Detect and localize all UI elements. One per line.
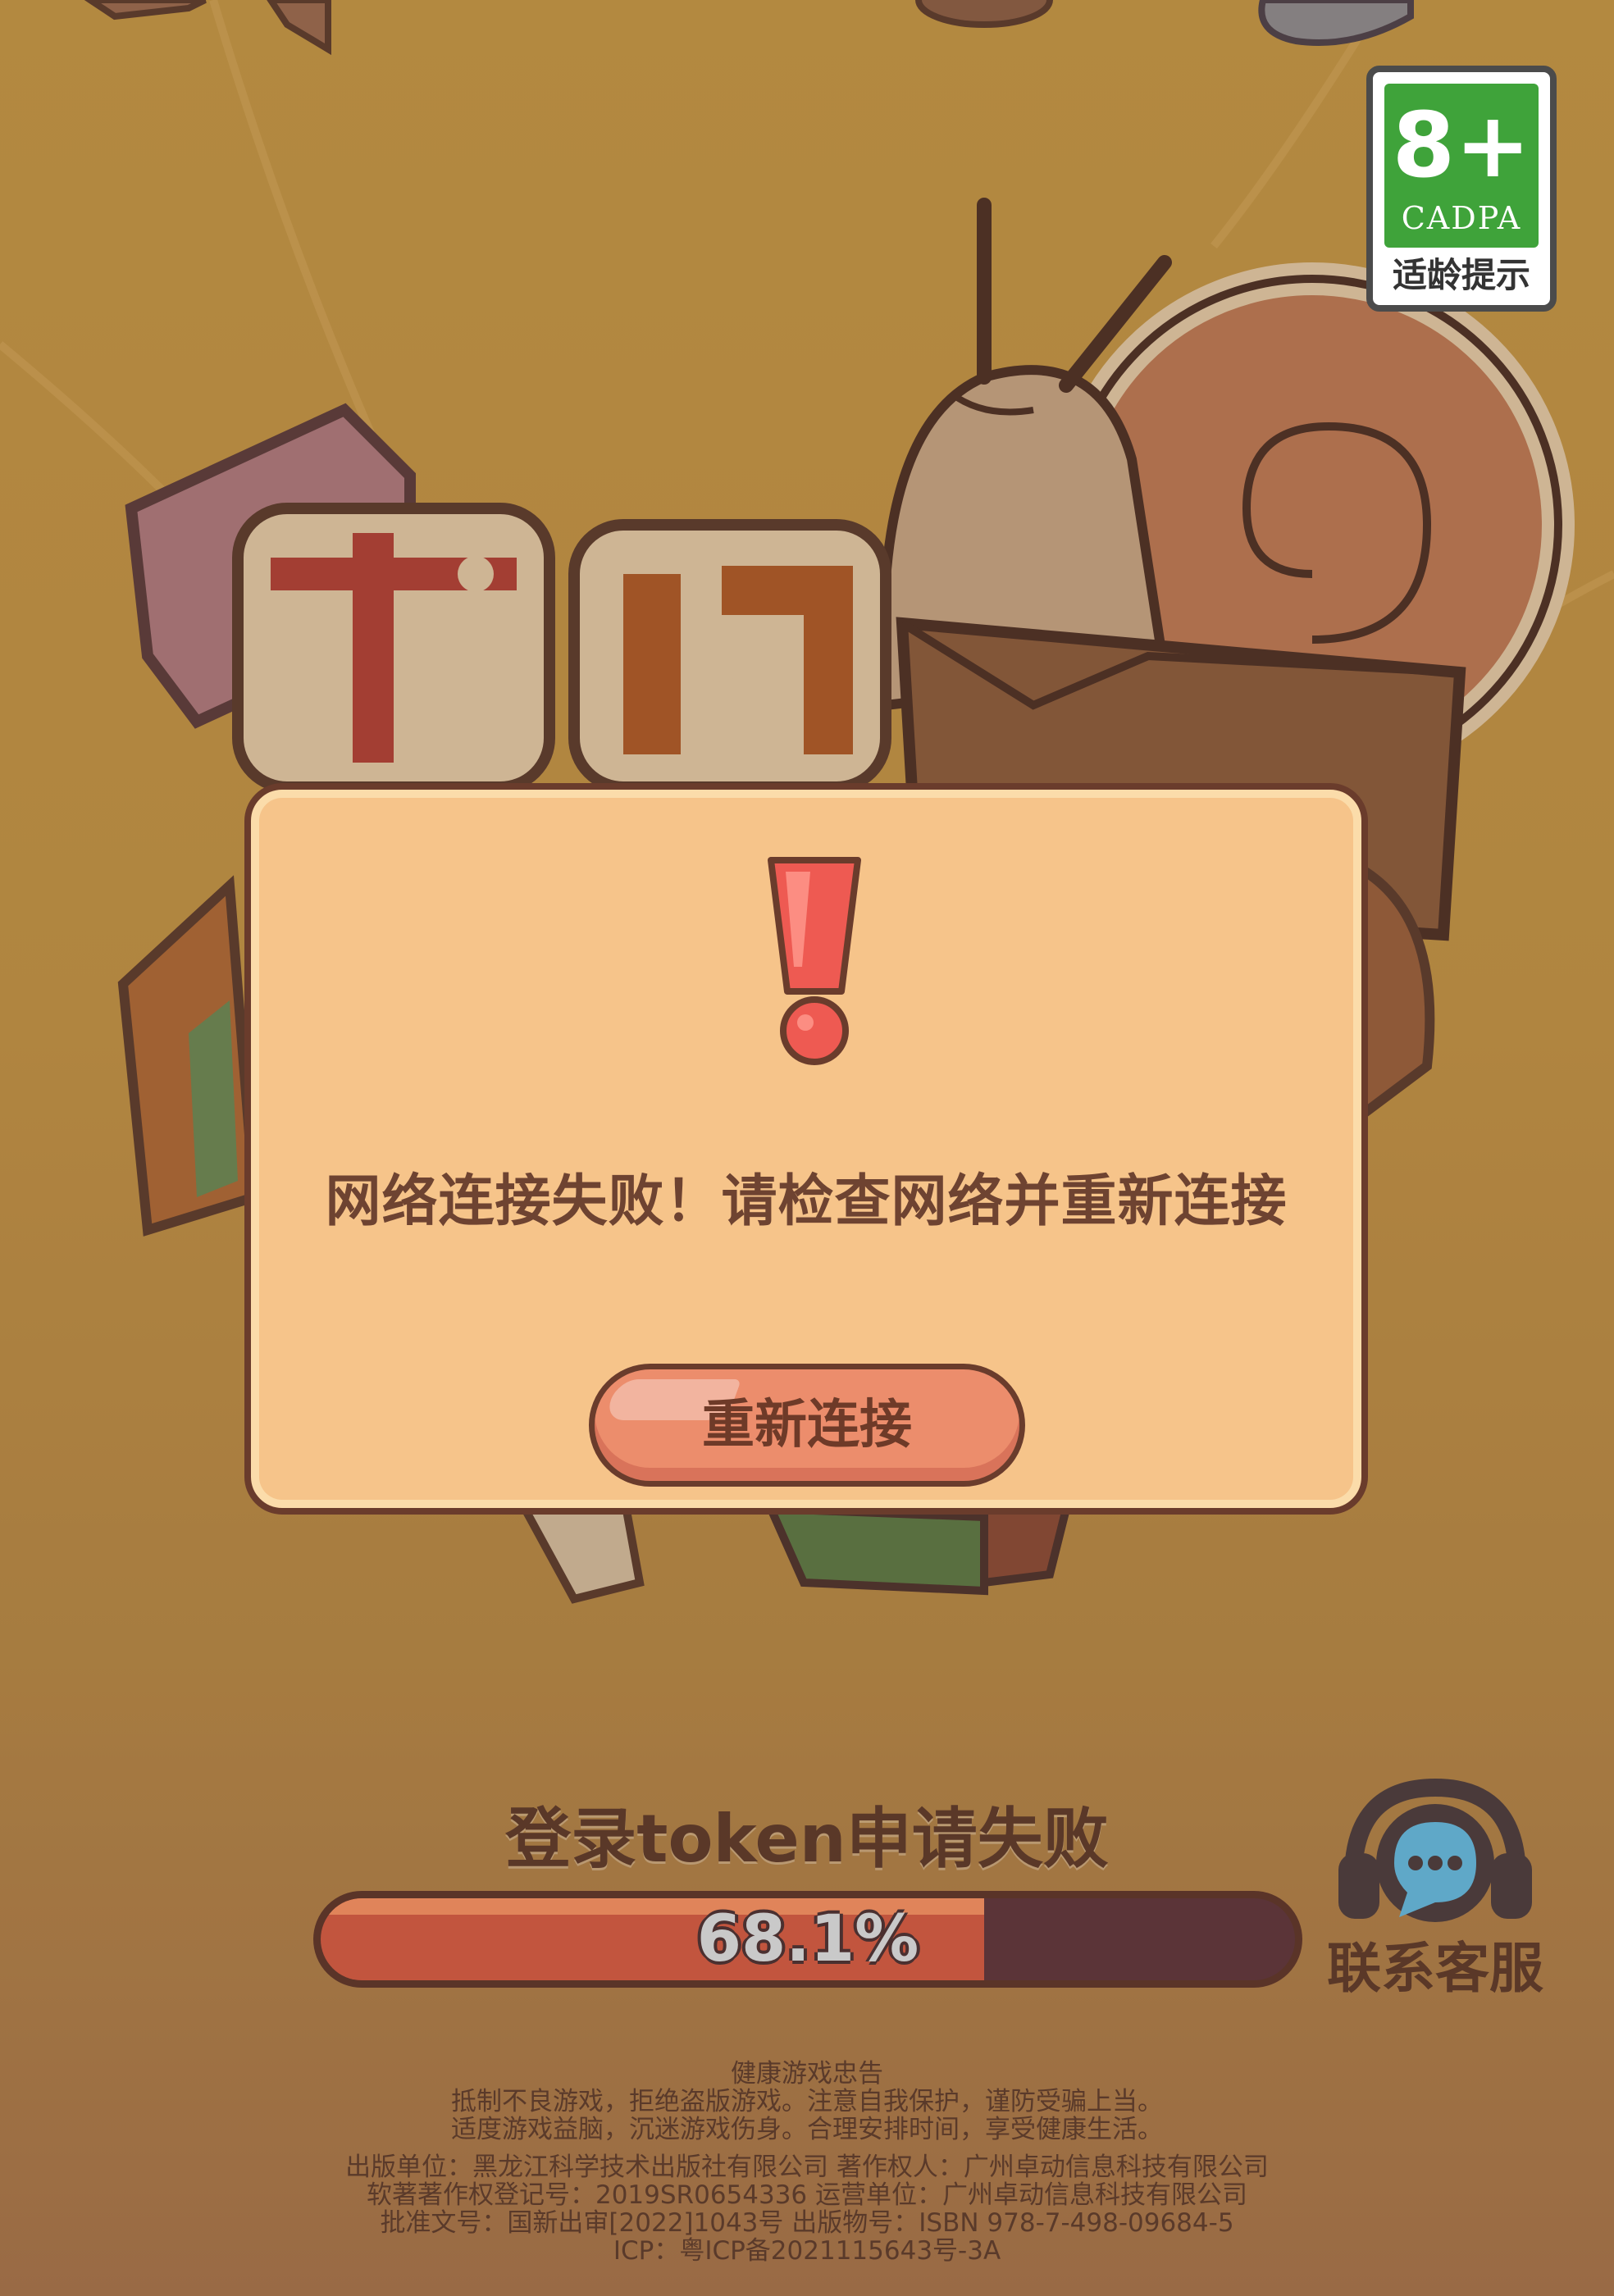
customer-service-label: 联系客服 bbox=[1327, 1937, 1543, 2000]
dialog-message: 网络连接失败！请检查网络并重新连接 bbox=[325, 1169, 1288, 1234]
advisory-title: 健康游戏忠告 bbox=[731, 2059, 883, 2089]
advisory-line-1: 抵制不良游戏，拒绝盗版游戏。注意自我保护，谨防受骗上当。 bbox=[451, 2087, 1163, 2116]
age-rating-value: 8+ bbox=[1392, 93, 1531, 198]
age-rating-badge: 8+ CADPA 适龄提示 bbox=[1366, 66, 1557, 312]
approval-info: 批准文号：国新出审[2022]1043号 出版物号：ISBN 978-7-498… bbox=[380, 2208, 1234, 2238]
age-rating-panel: 8+ CADPA bbox=[1384, 84, 1539, 248]
network-error-dialog: 网络连接失败！请检查网络并重新连接 重新连接 bbox=[244, 783, 1368, 1515]
loading-status-text: 登录token申请失败 bbox=[505, 1801, 1109, 1877]
age-rating-org: CADPA bbox=[1401, 200, 1522, 236]
icp-info: ICP：粤ICP备2021115643号-3A bbox=[613, 2236, 1001, 2266]
exclamation-icon bbox=[768, 857, 861, 1065]
age-rating-label: 适龄提示 bbox=[1392, 255, 1530, 295]
reconnect-button[interactable]: 重新连接 bbox=[589, 1364, 1025, 1487]
loading-progress-bar: 68.1% bbox=[313, 1891, 1302, 1988]
advisory-line-2: 适度游戏益脑，沉迷游戏伤身。合理安排时间，享受健康生活。 bbox=[451, 2115, 1163, 2144]
customer-service-button[interactable]: 联系客服 bbox=[1312, 1771, 1558, 2009]
health-advisory-footer: 健康游戏忠告 抵制不良游戏，拒绝盗版游戏。注意自我保护，谨防受骗上当。 适度游戏… bbox=[0, 2060, 1614, 2265]
copyright-registration: 软著著作权登记号：2019SR0654336 运营单位：广州卓动信息科技有限公司 bbox=[366, 2180, 1248, 2210]
reconnect-button-label: 重新连接 bbox=[702, 1395, 912, 1456]
headset-chat-icon bbox=[1338, 1778, 1532, 1922]
publisher-info: 出版单位：黑龙江科学技术出版社有限公司 著作权人：广州卓动信息科技有限公司 bbox=[345, 2152, 1269, 2182]
progress-percentage: 68.1% bbox=[696, 1902, 919, 1976]
